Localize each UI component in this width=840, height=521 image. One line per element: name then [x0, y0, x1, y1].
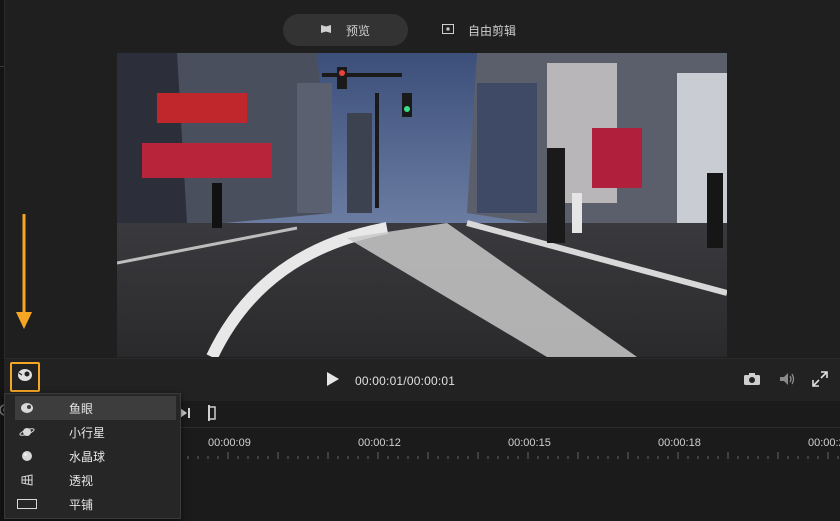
volume-icon [780, 373, 795, 385]
fullscreen-icon [812, 371, 828, 387]
menu-item-label: 平铺 [69, 497, 94, 512]
menu-item-planet[interactable]: 小行星 [5, 420, 180, 444]
menu-item-label: 鱼眼 [69, 401, 94, 416]
perspective-icon [17, 473, 37, 487]
video-preview[interactable] [117, 53, 727, 357]
trim-end-icon[interactable] [207, 405, 219, 426]
tab-preview-label: 预览 [346, 23, 371, 38]
planet-icon [17, 425, 37, 439]
fisheye-icon [17, 401, 37, 415]
menu-item-flat[interactable]: 平铺 [5, 492, 180, 516]
tab-free-edit-label: 自由剪辑 [468, 23, 517, 38]
flat-icon [17, 497, 37, 511]
view-mode-menu: 鱼眼 小行星 水晶球 透视 平铺 [4, 393, 181, 519]
menu-item-label: 透视 [69, 473, 94, 488]
fullscreen-button[interactable] [812, 371, 828, 392]
timecode: 00:00:01/00:00:01 [355, 374, 456, 388]
hint-arrow [16, 214, 32, 329]
volume-button[interactable] [779, 372, 797, 391]
preview-icon [320, 23, 332, 37]
crystal-ball-icon [17, 449, 37, 463]
tab-preview[interactable]: 预览 [283, 14, 408, 46]
left-panel-divider [0, 66, 4, 67]
edit-icon [442, 23, 454, 37]
menu-item-crystal-ball[interactable]: 水晶球 [5, 444, 180, 468]
tab-free-edit[interactable]: 自由剪辑 [416, 14, 541, 46]
play-icon [327, 372, 339, 386]
view-mode-button[interactable] [10, 362, 40, 392]
camera-icon [744, 373, 760, 385]
menu-item-label: 水晶球 [69, 449, 106, 464]
snapshot-button[interactable] [743, 372, 761, 391]
fisheye-icon [17, 368, 33, 387]
menu-item-perspective[interactable]: 透视 [5, 468, 180, 492]
mode-tabs: 预览 自由剪辑 [283, 14, 541, 46]
menu-item-label: 小行星 [69, 425, 106, 440]
play-button[interactable] [326, 371, 342, 389]
menu-item-fisheye[interactable]: 鱼眼 [15, 396, 176, 420]
video-frame [117, 53, 727, 357]
